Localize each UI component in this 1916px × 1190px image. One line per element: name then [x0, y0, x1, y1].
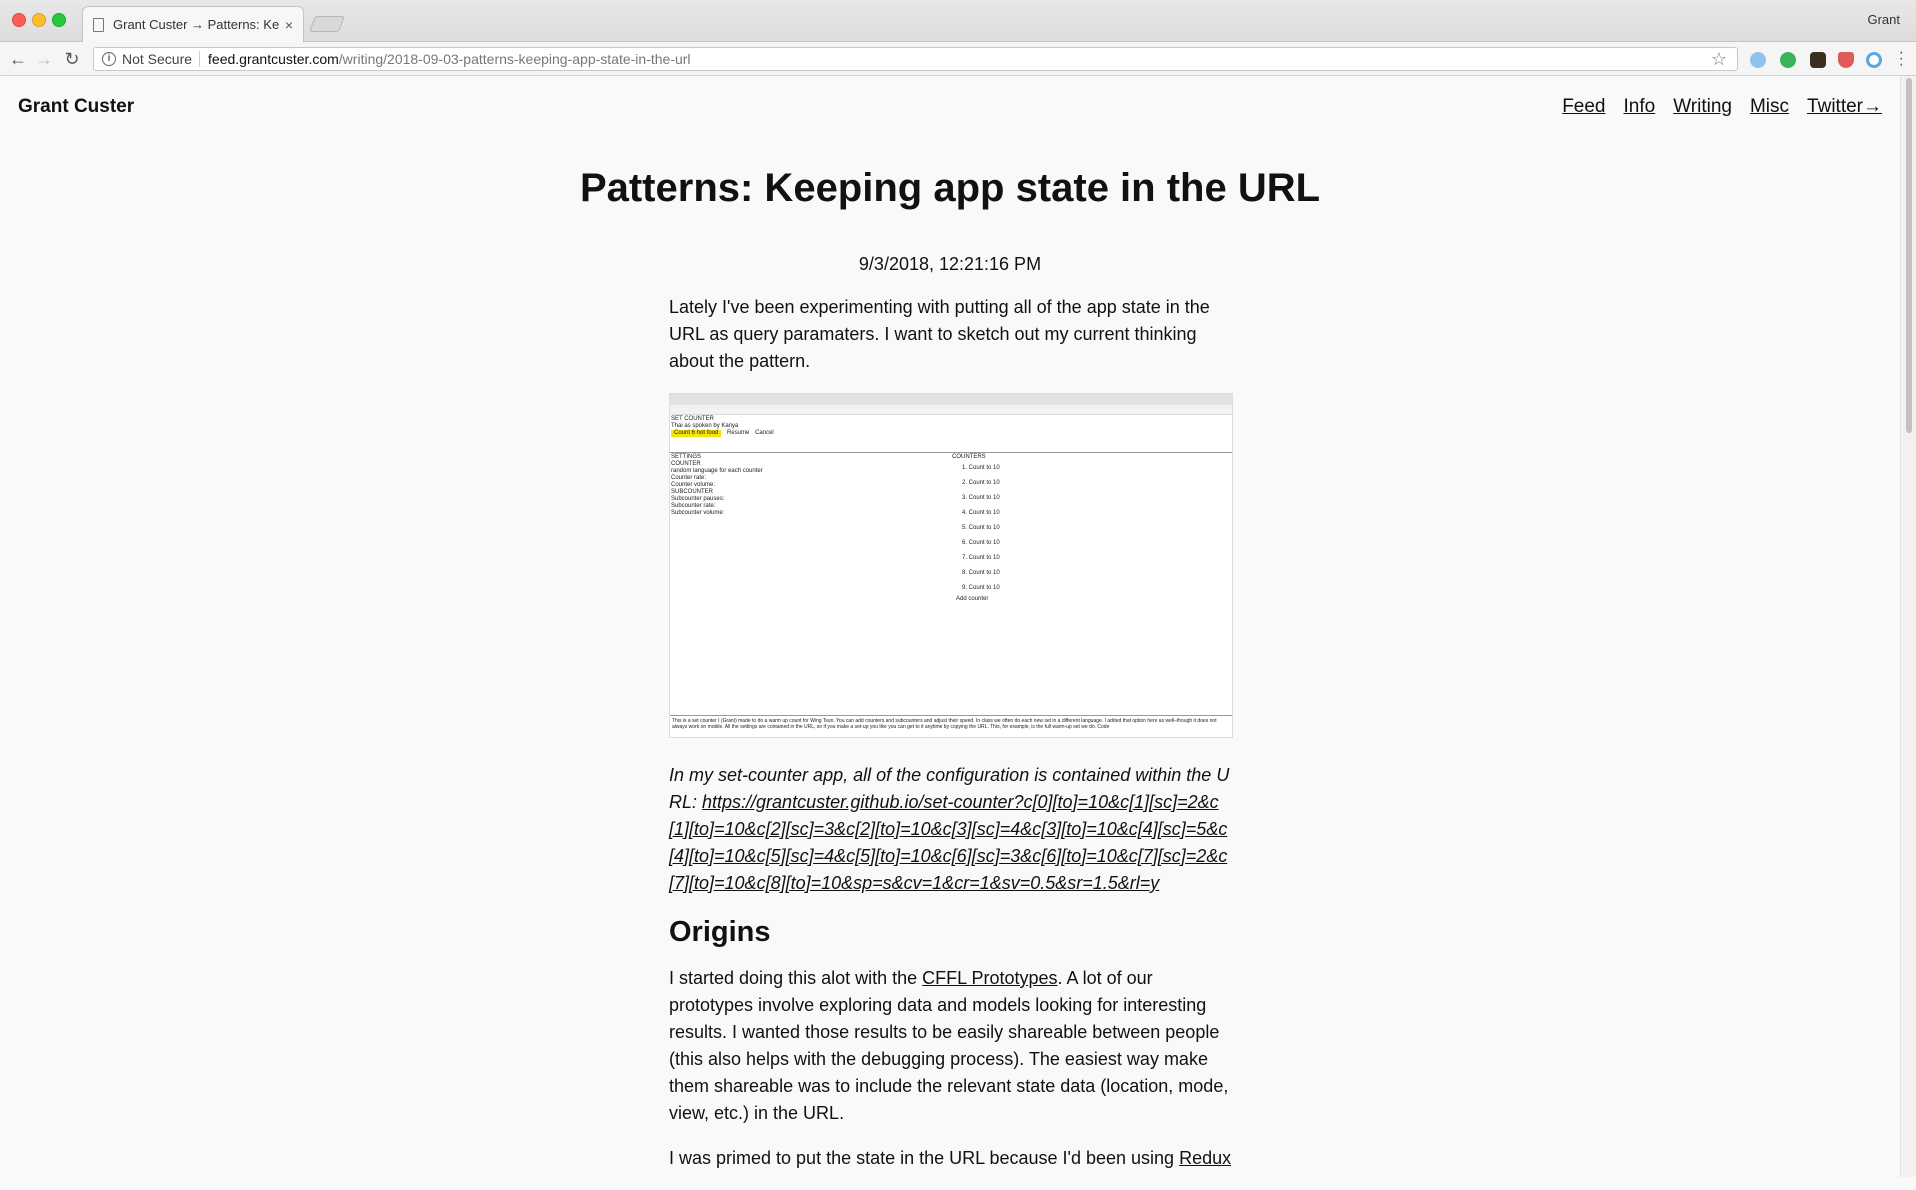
menu-dots-icon[interactable]: · · ·	[1899, 45, 1904, 73]
thumb-counter-list: 1. Count to 10 2. Count to 10 3. Count t…	[952, 461, 1000, 596]
thumb-subcounter-volume: Subcounter volume:	[671, 510, 725, 516]
post-title: Patterns: Keeping app state in the URL	[579, 166, 1321, 210]
post-date: 9/3/2018, 12:21:16 PM	[858, 254, 1042, 274]
browser-toolbar: ← → ↻ i Not Secure feed.grantcuster.com …	[0, 42, 1916, 76]
thumb-random-language: random language for each counter	[671, 468, 763, 474]
window-titlebar: Grant Custer → Patterns: Keep × Grant	[0, 0, 1916, 42]
thumb-count-button: Count 6 hot food	[671, 430, 722, 437]
thumb-cancel-button: Cancel	[755, 430, 774, 436]
document-icon	[93, 17, 104, 32]
close-window-button[interactable]	[12, 13, 26, 27]
info-icon[interactable]: i	[102, 52, 116, 66]
thumb-counter-item: 8. Count to 10	[962, 570, 1000, 576]
web-page: Grant Custer Feed Info Writing Misc Twit…	[0, 76, 1900, 1177]
extension-icon-1[interactable]	[1750, 52, 1766, 68]
thumb-resume-button: Resume	[727, 430, 750, 436]
page-scrollbar[interactable]	[1900, 76, 1916, 1177]
thumb-counter-heading: COUNTER	[671, 461, 701, 467]
origins-text: . A lot of our prototypes involve explor…	[669, 968, 1229, 1123]
shield-extension-icon[interactable]	[1838, 52, 1854, 68]
new-tab-button[interactable]	[309, 16, 345, 32]
redux-link[interactable]: Redux	[1179, 1148, 1231, 1168]
nav-feed[interactable]: Feed	[1562, 96, 1605, 118]
thumb-subcounter-rate: Subcounter rate:	[671, 503, 716, 509]
nav-info[interactable]: Info	[1624, 96, 1656, 118]
site-nav: Feed Info Writing Misc Twitter→	[1562, 96, 1882, 118]
thumb-titlebar	[670, 394, 1232, 405]
extension-icon-2[interactable]	[1780, 52, 1796, 68]
thumb-add-counter: Add counter	[956, 596, 989, 602]
thumb-counter-item: 5. Count to 10	[962, 525, 1000, 531]
thumb-settings: SETTINGS COUNTER random language for eac…	[671, 454, 763, 517]
url-path: /writing/2018-09-03-patterns-keeping-app…	[338, 51, 691, 67]
back-icon[interactable]: ←	[6, 47, 30, 71]
thumb-counter-rate: Counter rate:	[671, 475, 707, 481]
thumb-counter-item: 7. Count to 10	[962, 555, 1000, 561]
thumb-counters-heading: COUNTERS	[952, 454, 986, 460]
image-caption: In my set-counter app, all of the config…	[669, 762, 1233, 897]
tab-title: Grant Custer → Patterns: Keep	[113, 17, 279, 32]
minimize-window-button[interactable]	[32, 13, 46, 27]
thumb-subcounter-heading: SUBCOUNTER	[671, 489, 714, 495]
profile-name[interactable]: Grant	[1867, 12, 1900, 27]
bookmark-star-icon[interactable]: ☆	[1711, 49, 1727, 70]
thumb-divider	[670, 452, 1232, 453]
scrollbar-thumb[interactable]	[1906, 78, 1912, 433]
origins-paragraph-2: I was primed to put the state in the URL…	[669, 1145, 1233, 1172]
set-counter-link[interactable]: https://grantcuster.github.io/set-counte…	[669, 792, 1227, 893]
thumb-counter-item: 1. Count to 10	[962, 465, 1000, 471]
thumb-counter-item: 3. Count to 10	[962, 495, 1000, 501]
security-label: Not Secure	[122, 51, 193, 67]
nav-misc[interactable]: Misc	[1750, 96, 1789, 118]
origins-paragraph-1: I started doing this alot with the CFFL …	[669, 965, 1233, 1127]
forward-icon[interactable]: →	[32, 47, 56, 71]
post-content: Lately I've been experimenting with putt…	[669, 294, 1233, 1190]
cffl-prototypes-link[interactable]: CFFL Prototypes	[922, 968, 1057, 988]
thumb-counter-item: 6. Count to 10	[962, 540, 1000, 546]
maximize-window-button[interactable]	[52, 13, 66, 27]
thumb-app-title: SET COUNTER	[671, 416, 714, 422]
thumb-counter-item: 4. Count to 10	[962, 510, 1000, 516]
nav-twitter[interactable]: Twitter→	[1807, 96, 1882, 118]
intro-paragraph: Lately I've been experimenting with putt…	[669, 297, 1210, 371]
thumb-addressbar	[670, 405, 1232, 415]
thumb-footer: This is a set counter I (Grant) made to …	[670, 715, 1232, 737]
extension-icon-3[interactable]	[1810, 52, 1826, 68]
address-bar[interactable]: i Not Secure feed.grantcuster.com /writi…	[93, 47, 1738, 71]
origins-text: I was primed to put the state in the URL…	[669, 1148, 1180, 1168]
thumb-language: Thai as spoken by Kanya	[671, 423, 739, 429]
thumb-subcounter-pauses: Subcounter pauses:	[671, 496, 725, 502]
thumb-counter-volume: Counter volume:	[671, 482, 716, 488]
reload-icon[interactable]: ↻	[60, 47, 84, 71]
thumb-counter-item: 9. Count to 10	[962, 585, 1000, 591]
thumb-counter-item: 2. Count to 10	[962, 480, 1000, 486]
divider	[199, 51, 201, 67]
tab-close-icon[interactable]: ×	[285, 17, 293, 33]
thumb-settings-heading: SETTINGS	[671, 454, 702, 460]
set-counter-screenshot: SET COUNTER Thai as spoken by Kanya Coun…	[669, 393, 1233, 738]
site-title[interactable]: Grant Custer	[18, 96, 134, 118]
extension-icon-5[interactable]	[1866, 52, 1882, 68]
origins-text: I started doing this alot with the	[669, 968, 923, 988]
thumb-counters: COUNTERS 1. Count to 10 2. Count to 10 3…	[952, 454, 1000, 603]
nav-writing[interactable]: Writing	[1673, 96, 1732, 118]
browser-tab[interactable]: Grant Custer → Patterns: Keep ×	[82, 6, 304, 42]
origins-heading: Origins	[669, 916, 771, 948]
url-host: feed.grantcuster.com	[208, 51, 339, 67]
